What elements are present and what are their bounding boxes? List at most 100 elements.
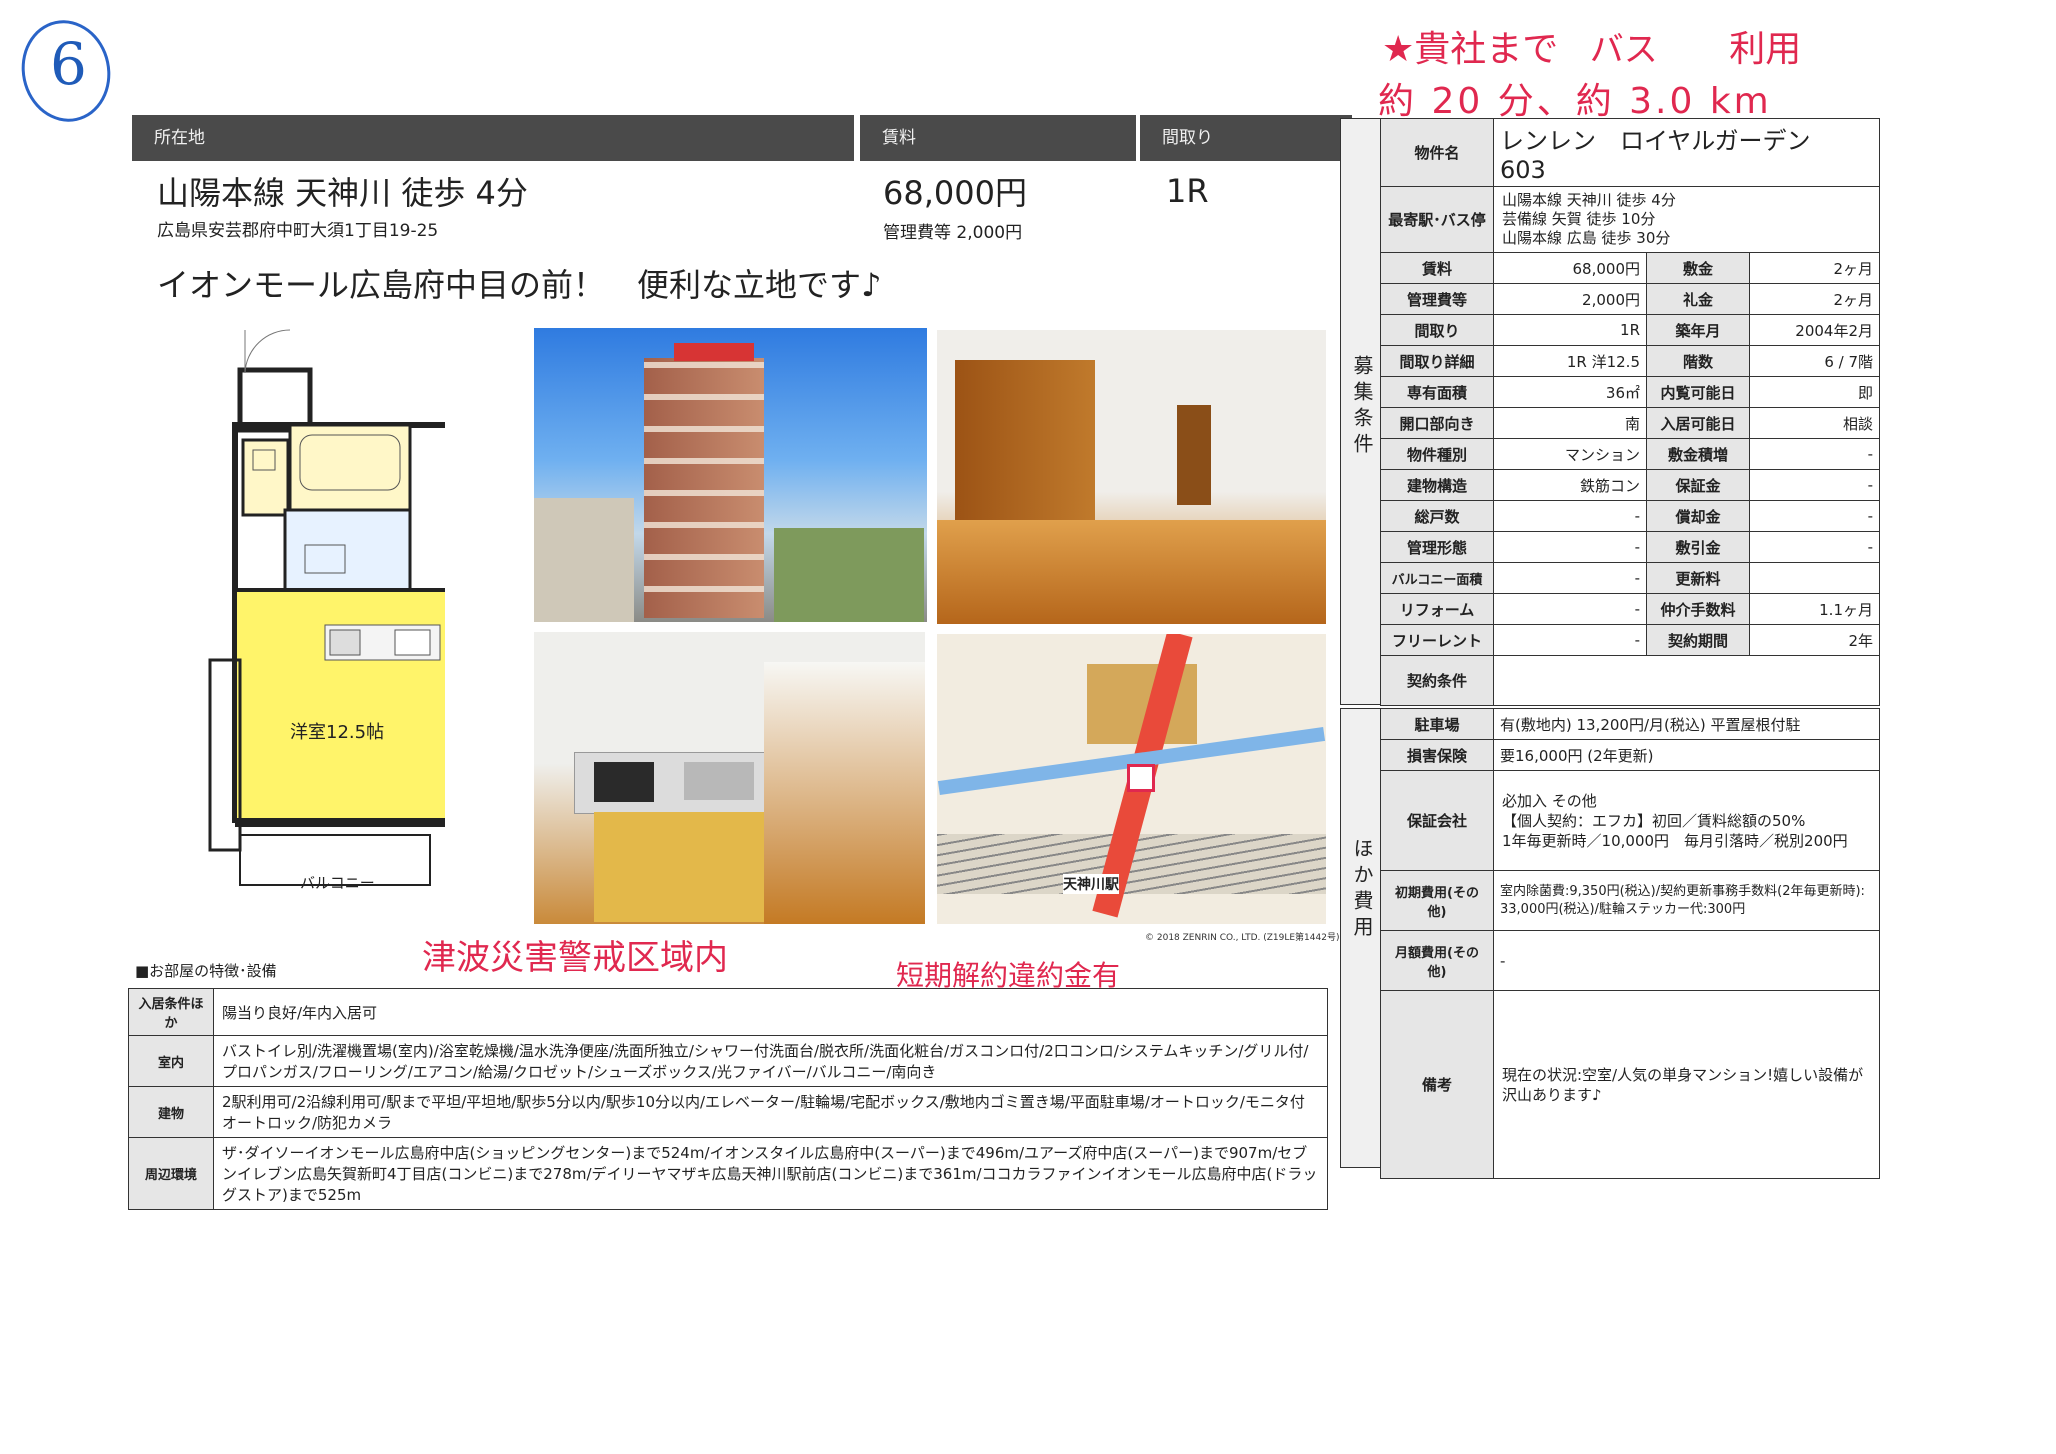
property-name: レンレン ロイヤルガーデン 603 [1493, 118, 1880, 187]
map-station-label: 天神川駅 [1063, 874, 1119, 894]
station-line: 山陽本線 天神川 徒歩 4分 [1502, 191, 1676, 209]
cond-value: 2004年2月 [1749, 314, 1880, 346]
cond-value: 2ヶ月 [1749, 252, 1880, 284]
building-exterior-photo [534, 328, 927, 622]
cond-value: - [1749, 500, 1880, 532]
cond-key: 礼金 [1646, 283, 1750, 315]
table-row: 最寄駅･バス停 山陽本線 天神川 徒歩 4分 芸備線 矢賀 徒歩 10分 山陽本… [1380, 186, 1880, 253]
station-line: 山陽本線 広島 徒歩 30分 [1502, 229, 1671, 247]
area-map: 天神川駅 [937, 634, 1326, 924]
cond-key: 更新料 [1646, 562, 1750, 594]
monthly-cost-value: - [1493, 930, 1880, 991]
feature-value: 2駅利用可/2沿線利用可/駅まで平坦/平坦地/駅歩5分以内/駅歩10分以内/エレ… [213, 1086, 1328, 1138]
table-row: 初期費用(その他) 室内除菌費:9,350円(税込)/契約更新事務手数料(2年毎… [1380, 870, 1880, 931]
feature-key: 周辺環境 [128, 1137, 214, 1210]
feature-value: ザ･ダイソーイオンモール広島府中店(ショッピングセンター)まで524m/イオンス… [213, 1137, 1328, 1210]
cond-value: 2年 [1749, 624, 1880, 656]
remarks-line: 沢山あります♪ [1502, 1085, 1602, 1104]
cond-key: 開口部向き [1380, 407, 1494, 439]
balcony-label: バルコニー [300, 874, 375, 892]
cond-value: 2,000円 [1493, 283, 1647, 315]
table-row: 駐車場 有(敷地内) 13,200円/月(税込) 平置屋根付駐 [1380, 708, 1880, 740]
table-row: 総戸数 - 償却金 - [1380, 500, 1880, 532]
station-access: 山陽本線 天神川 徒歩 4分 [157, 174, 528, 212]
address: 広島県安芸郡府中町大須1丁目19-25 [157, 221, 439, 241]
layout-header: 間取り [1140, 115, 1352, 161]
guarantor-value: 必加入 その他 【個人契約：エフカ】初回／賃料総額の50% 1年毎更新時／10,… [1493, 770, 1880, 871]
cond-key: 築年月 [1646, 314, 1750, 346]
nearest-station-label: 最寄駅･バス停 [1380, 186, 1494, 253]
cond-value [1749, 562, 1880, 594]
floor-plan [208, 329, 445, 886]
remarks-value: 現在の状況:空室/人気の単身マンション!嬉しい設備が 沢山あります♪ [1493, 990, 1880, 1179]
cond-key: 建物構造 [1380, 469, 1494, 501]
cond-value: - [1749, 469, 1880, 501]
cond-value: 68,000円 [1493, 252, 1647, 284]
table-row: 開口部向き南入居可能日 相談 [1380, 407, 1880, 439]
cond-key: 総戸数 [1380, 500, 1494, 532]
feature-key: 室内 [128, 1035, 214, 1087]
room-label: 洋室12.5帖 [290, 722, 385, 743]
cond-key: フリーレント [1380, 624, 1494, 656]
cond-key: 専有面積 [1380, 376, 1494, 408]
cond-key: バルコニー面積 [1380, 562, 1494, 594]
note-star: ★貴社まで [1382, 29, 1559, 70]
parking-value: 有(敷地内) 13,200円/月(税込) 平置屋根付駐 [1493, 708, 1880, 740]
cond-key: 敷金 [1646, 252, 1750, 284]
catch-copy: イオンモール広島府中目の前！ 便利な立地です♪ [157, 266, 882, 304]
table-row: 室内 バストイレ別/洗濯機置場(室内)/浴室乾燥機/温水洗浄便座/洗面所独立/シャ… [128, 1035, 1328, 1087]
cond-value: 南 [1493, 407, 1647, 439]
table-row: 契約条件 [1380, 655, 1880, 706]
table-row: 物件名 レンレン ロイヤルガーデン 603 [1380, 118, 1880, 187]
features-table: 入居条件ほか 陽当り良好/年内入居可 室内 バストイレ別/洗濯機置場(室内)/浴室乾… [128, 988, 1328, 1210]
feature-key: 入居条件ほか [128, 988, 214, 1036]
table-row: 建物 2駅利用可/2沿線利用可/駅まで平坦/平坦地/駅歩5分以内/駅歩10分以内/… [128, 1086, 1328, 1138]
monthly-cost-label: 月額費用(その他) [1380, 930, 1494, 991]
cost-section-label: ほか費用 [1350, 838, 1374, 942]
cond-key: 管理形態 [1380, 531, 1494, 563]
parking-label: 駐車場 [1380, 708, 1494, 740]
guarantor-label: 保証会社 [1380, 770, 1494, 871]
cond-value: - [1749, 438, 1880, 470]
cond-value: - [1493, 624, 1647, 656]
cond-value: 2ヶ月 [1749, 283, 1880, 315]
map-copyright: © 2018 ZENRIN CO., LTD. (Z19LE第1442号) [1145, 933, 1340, 943]
table-row: フリーレント - 契約期間 2年 [1380, 624, 1880, 656]
cond-key: 敷引金 [1646, 531, 1750, 563]
cond-value: 相談 [1749, 407, 1880, 439]
rent-header: 賃料 [860, 115, 1136, 161]
cond-key: 間取り詳細 [1380, 345, 1494, 377]
cond-key: リフォーム [1380, 593, 1494, 625]
rent-amount: 68,000円 [883, 174, 1027, 212]
table-row: 管理形態 - 敷引金 - [1380, 531, 1880, 563]
remarks-label: 備考 [1380, 990, 1494, 1179]
cond-key: 物件種別 [1380, 438, 1494, 470]
property-table: 物件名 レンレン ロイヤルガーデン 603 最寄駅･バス停 山陽本線 天神川 徒… [1380, 118, 1880, 706]
nearest-stations: 山陽本線 天神川 徒歩 4分 芸備線 矢賀 徒歩 10分 山陽本線 広島 徒歩 … [1493, 186, 1880, 253]
room-interior-photo [937, 330, 1326, 624]
table-row: 月額費用(その他) - [1380, 930, 1880, 991]
cond-value: 1.1ヶ月 [1749, 593, 1880, 625]
cond-value: 6 / 7階 [1749, 345, 1880, 377]
circled-number-text: 6 [50, 30, 87, 98]
feature-value: 陽当り良好/年内入居可 [213, 988, 1328, 1036]
initial-cost-value: 室内除菌費:9,350円(税込)/契約更新事務手数料(2年毎更新時): 33,0… [1493, 870, 1880, 931]
cond-key: 内覧可能日 [1646, 376, 1750, 408]
table-row: 建物構造 鉄筋コン 保証金 - [1380, 469, 1880, 501]
contract-label: 契約条件 [1380, 655, 1494, 706]
cond-key: 敷金積増 [1646, 438, 1750, 470]
cond-value: 36㎡ [1493, 376, 1647, 408]
cond-value: 1R 洋12.5 [1493, 345, 1647, 377]
cond-key: 償却金 [1646, 500, 1750, 532]
feature-key: 建物 [128, 1086, 214, 1138]
table-row: 間取り詳細 1R 洋12.5 階数 6 / 7階 [1380, 345, 1880, 377]
cond-key: 契約期間 [1646, 624, 1750, 656]
table-row: 損害保険 要16,000円 (2年更新) [1380, 739, 1880, 771]
cond-key: 賃料 [1380, 252, 1494, 284]
cond-value: マンション [1493, 438, 1647, 470]
cond-value: - [1493, 593, 1647, 625]
table-row: リフォーム - 仲介手数料 1.1ヶ月 [1380, 593, 1880, 625]
cond-value: - [1749, 531, 1880, 563]
cost-table: 駐車場 有(敷地内) 13,200円/月(税込) 平置屋根付駐 損害保険 要16,0… [1380, 708, 1880, 1179]
table-row: 物件種別 マンション 敷金積増 - [1380, 438, 1880, 470]
